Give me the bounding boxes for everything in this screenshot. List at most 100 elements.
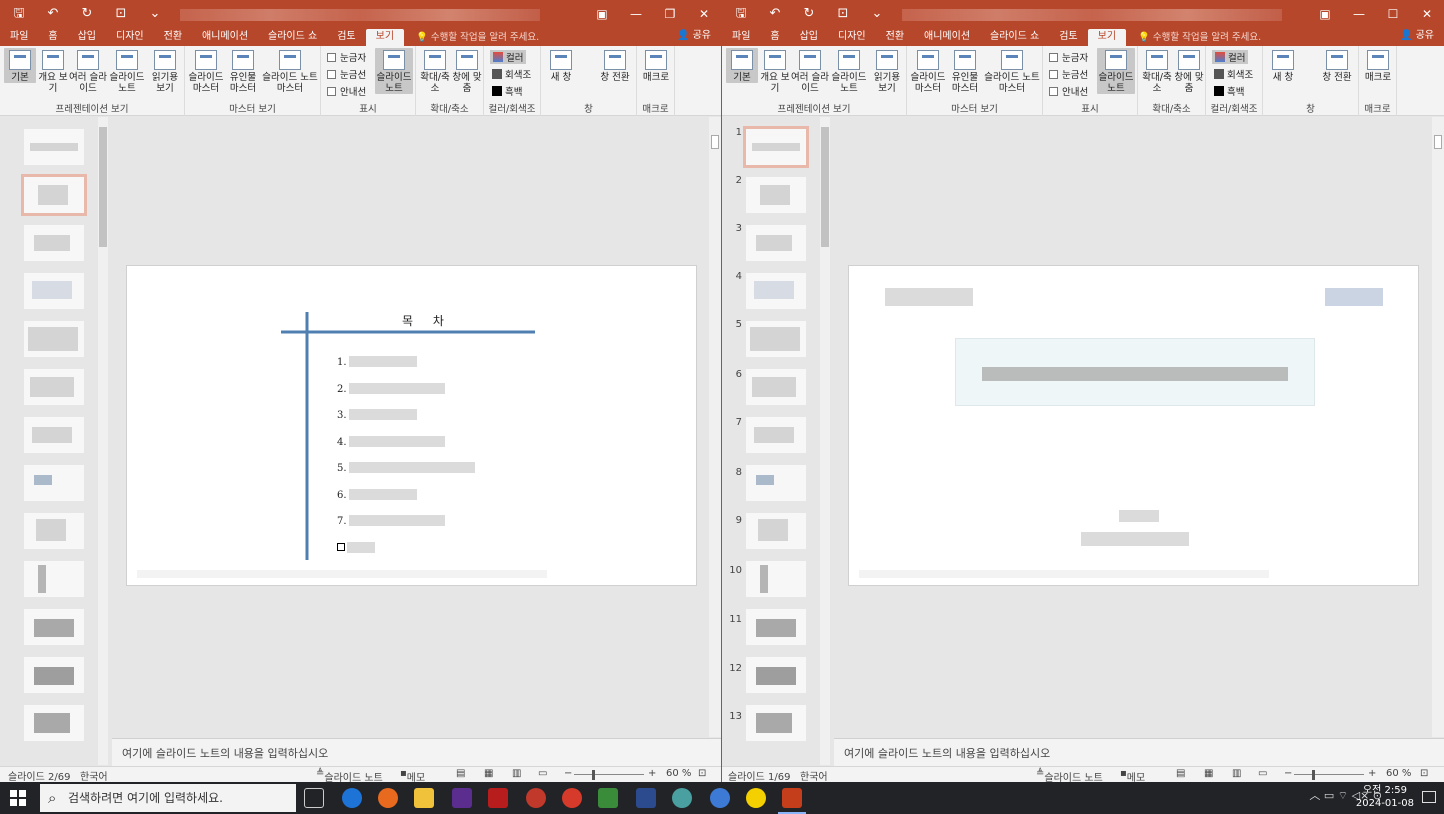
save-icon[interactable]: 🖫	[730, 4, 752, 24]
start-button[interactable]	[10, 790, 26, 806]
slide-thumbnail[interactable]	[24, 657, 84, 693]
language-indicator[interactable]: 한국어	[800, 768, 828, 782]
fit-slide-icon[interactable]: ⊡	[698, 768, 706, 779]
scroll-thumb[interactable]	[711, 135, 719, 149]
slideshow-icon[interactable]: ▭	[538, 768, 547, 779]
tab-review[interactable]: 검토	[327, 29, 365, 46]
app-icon[interactable]	[672, 788, 692, 808]
slide-master-button[interactable]: 슬라이드 마스터	[187, 48, 225, 94]
zoom-slider[interactable]	[1294, 774, 1364, 775]
tab-transitions[interactable]: 전환	[876, 29, 914, 46]
thumbnail-scrollbar[interactable]	[98, 117, 108, 765]
slide-thumbnail[interactable]	[746, 225, 806, 261]
slide-thumbnail[interactable]	[746, 417, 806, 453]
sorter-view-icon[interactable]: ▦	[484, 768, 493, 779]
save-icon[interactable]: 🖫	[8, 4, 30, 24]
tab-slideshow[interactable]: 슬라이드 쇼	[258, 29, 327, 46]
share-button[interactable]: 👤 공유	[1400, 28, 1434, 44]
notes-status-button[interactable]: ≜ 슬라이드 노트	[316, 768, 383, 782]
zoom-level[interactable]: 60 %	[1386, 768, 1411, 779]
tab-insert[interactable]: 삽입	[68, 29, 106, 46]
zoom-out-icon[interactable]: −	[1284, 768, 1292, 779]
zoom-level[interactable]: 60 %	[666, 768, 691, 779]
slide-thumbnail[interactable]	[24, 321, 84, 357]
grayscale-button[interactable]: 회색조	[1214, 67, 1253, 81]
slide-thumbnail[interactable]	[746, 657, 806, 693]
app-icon[interactable]	[636, 788, 656, 808]
slide-thumbnail[interactable]	[24, 609, 84, 645]
present-icon[interactable]: ⊡	[832, 4, 854, 24]
tab-file[interactable]: 파일	[0, 29, 38, 46]
app-icon[interactable]	[488, 788, 508, 808]
guides-checkbox[interactable]: 안내선	[1049, 84, 1088, 98]
clock[interactable]: 오전 2:59 2024-01-08	[1356, 784, 1414, 810]
view-sorter-button[interactable]: 여러 슬라이드	[69, 48, 107, 94]
slide-thumbnail[interactable]	[24, 705, 84, 741]
ribbon-display-icon[interactable]: ▣	[585, 0, 619, 28]
notes-pane[interactable]: 여기에 슬라이드 노트의 내용을 입력하십시오	[112, 738, 721, 766]
ruler-checkbox[interactable]: 눈금자	[327, 50, 366, 64]
slide-thumbnail[interactable]	[746, 321, 806, 357]
firefox-icon[interactable]	[378, 788, 398, 808]
redo-icon[interactable]: ↻	[798, 4, 820, 24]
blackwhite-button[interactable]: 흑백	[1214, 84, 1244, 98]
notes-toggle-button[interactable]: 슬라이드 노트	[375, 48, 413, 94]
handout-master-button[interactable]: 유인물 마스터	[948, 48, 982, 94]
tab-design[interactable]: 디자인	[828, 29, 876, 46]
notes-toggle-button[interactable]: 슬라이드 노트	[1097, 48, 1135, 94]
view-notes-page-button[interactable]: 슬라이드 노트	[830, 48, 868, 94]
new-window-button[interactable]: 새 창	[545, 48, 577, 83]
file-explorer-icon[interactable]	[414, 788, 434, 808]
edge-icon[interactable]	[342, 788, 362, 808]
app-icon[interactable]	[526, 788, 546, 808]
zoom-in-icon[interactable]: +	[1368, 768, 1376, 779]
view-reading-button[interactable]: 읽기용 보기	[147, 48, 183, 94]
task-view-icon[interactable]	[304, 788, 324, 808]
tab-animations[interactable]: 애니메이션	[914, 29, 980, 46]
slide-thumbnail[interactable]	[24, 417, 84, 453]
tab-insert[interactable]: 삽입	[790, 29, 828, 46]
tab-slideshow[interactable]: 슬라이드 쇼	[980, 29, 1049, 46]
view-outline-button[interactable]: 개요 보기	[38, 48, 68, 94]
slide-thumbnail[interactable]	[746, 609, 806, 645]
slide-thumbnail[interactable]	[24, 561, 84, 597]
restore-button[interactable]: ❐	[653, 0, 687, 28]
minimize-button[interactable]: —	[619, 0, 653, 28]
fit-window-button[interactable]: 창에 맞춤	[452, 48, 482, 94]
macro-button[interactable]: 매크로	[1361, 48, 1395, 83]
tell-me-box[interactable]: 💡 수행할 작업을 알려 주세요.	[1138, 30, 1261, 46]
tab-transitions[interactable]: 전환	[154, 29, 192, 46]
comments-button[interactable]: ▪ 메모	[400, 768, 425, 782]
app-icon[interactable]	[452, 788, 472, 808]
color-button[interactable]: 컬러	[1212, 50, 1249, 64]
view-outline-button[interactable]: 개요 보기	[760, 48, 790, 94]
slideshow-icon[interactable]: ▭	[1258, 768, 1267, 779]
reading-view-icon[interactable]: ▥	[512, 768, 521, 779]
slide-thumbnail[interactable]	[746, 465, 806, 501]
customize-qat-icon[interactable]: ⌄	[866, 4, 888, 24]
zoom-slider-thumb[interactable]	[592, 770, 595, 780]
reading-view-icon[interactable]: ▥	[1232, 768, 1241, 779]
slide-thumbnail[interactable]	[746, 705, 806, 741]
zoom-out-icon[interactable]: −	[564, 768, 572, 779]
zoom-slider-thumb[interactable]	[1312, 770, 1315, 780]
notes-pane[interactable]: 여기에 슬라이드 노트의 내용을 입력하십시오	[834, 738, 1444, 766]
powerpoint-icon[interactable]	[782, 788, 802, 808]
ribbon-display-icon[interactable]: ▣	[1308, 0, 1342, 28]
slide-thumbnail[interactable]	[746, 177, 806, 213]
view-sorter-button[interactable]: 여러 슬라이드	[791, 48, 829, 94]
gridlines-checkbox[interactable]: 눈금선	[327, 67, 366, 81]
present-icon[interactable]: ⊡	[110, 4, 132, 24]
new-window-button[interactable]: 새 창	[1267, 48, 1299, 83]
slide[interactable]	[848, 265, 1419, 586]
zoom-button[interactable]: 확대/축소	[418, 48, 452, 94]
customize-qat-icon[interactable]: ⌄	[144, 4, 166, 24]
tab-design[interactable]: 디자인	[106, 29, 154, 46]
slide-thumbnail[interactable]	[24, 465, 84, 501]
slide-thumbnail[interactable]	[21, 174, 87, 216]
slide-thumbnail[interactable]	[746, 513, 806, 549]
slide-thumbnail[interactable]	[24, 369, 84, 405]
slide-master-button[interactable]: 슬라이드 마스터	[909, 48, 947, 94]
tab-home[interactable]: 홈	[38, 29, 67, 46]
scroll-thumb[interactable]	[1434, 135, 1442, 149]
